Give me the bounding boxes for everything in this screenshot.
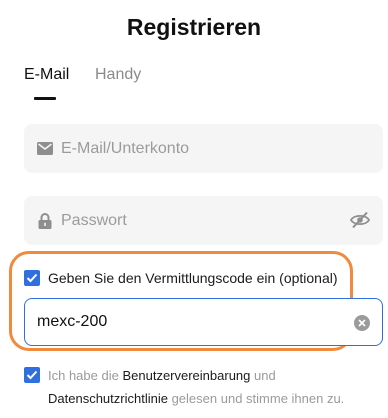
registration-page: Registrieren E-Mail Handy E-Mail/Unterko… — [0, 0, 388, 418]
agreement-row: Ich habe die Benutzervereinbarung und Da… — [24, 364, 388, 410]
clear-icon[interactable] — [354, 315, 370, 331]
referral-label: Geben Sie den Vermittlungscode ein (opti… — [48, 270, 338, 286]
eye-slash-icon[interactable] — [349, 210, 371, 230]
referral-code-input[interactable]: mexc-200 — [24, 298, 383, 346]
checkmark-icon — [26, 370, 38, 380]
agreement-prefix: Ich habe die — [48, 368, 119, 383]
password-placeholder: Passwort — [61, 211, 127, 229]
email-placeholder: E-Mail/Unterkonto — [61, 139, 190, 157]
agreement-checkbox[interactable] — [24, 367, 40, 383]
lock-icon — [37, 212, 53, 229]
agreement-text: Ich habe die Benutzervereinbarung und Da… — [48, 364, 388, 410]
referral-checkbox-row: Geben Sie den Vermittlungscode ein (opti… — [24, 270, 338, 286]
referral-checkbox[interactable] — [24, 270, 40, 286]
email-field[interactable]: E-Mail/Unterkonto — [24, 124, 383, 173]
page-title: Registrieren — [126, 14, 262, 40]
agreement-suffix: gelesen und stimme ihnen zu. — [171, 391, 345, 406]
referral-code-value: mexc-200 — [37, 313, 108, 330]
envelope-icon — [37, 141, 53, 157]
tab-phone[interactable]: Handy — [95, 66, 141, 84]
agreement-and: und — [254, 368, 276, 383]
checkmark-icon — [26, 273, 38, 283]
tab-email[interactable]: E-Mail — [24, 66, 69, 84]
privacy-link[interactable]: Datenschutzrichtlinie — [48, 391, 168, 406]
terms-link[interactable]: Benutzervereinbarung — [122, 368, 250, 383]
password-field[interactable]: Passwort — [24, 196, 383, 245]
active-tab-indicator — [34, 97, 56, 100]
